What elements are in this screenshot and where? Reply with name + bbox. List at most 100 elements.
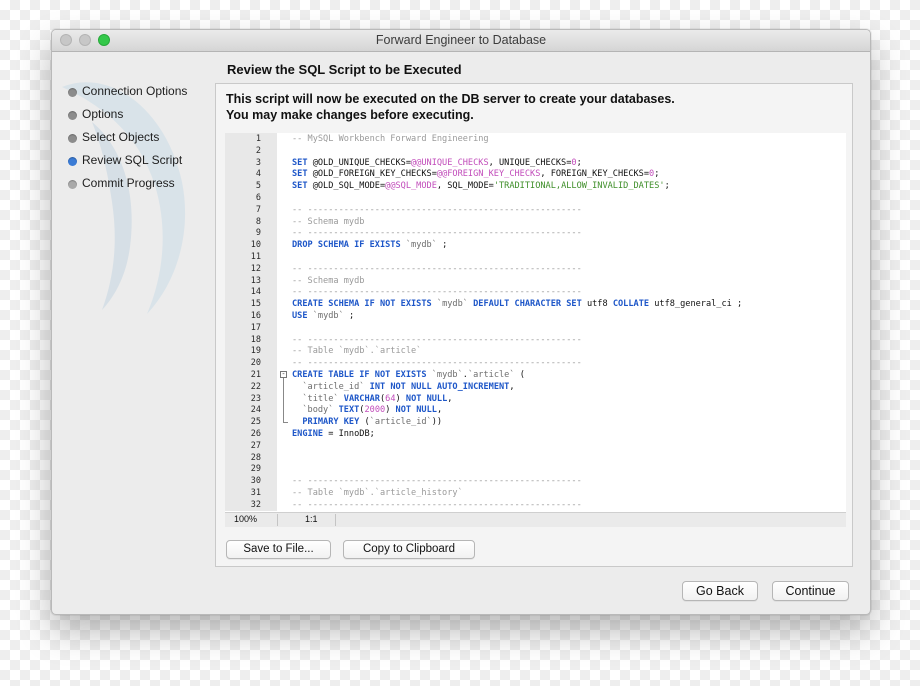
code-line[interactable]: 4 SET @OLD_FOREIGN_KEY_CHECKS=@@FOREIGN_K… <box>225 168 846 180</box>
code-line[interactable]: 3 SET @OLD_UNIQUE_CHECKS=@@UNIQUE_CHECKS,… <box>225 157 846 169</box>
code-text: -- -------------------------------------… <box>292 263 582 274</box>
line-number: 29 <box>250 464 261 475</box>
editor-status-bar: 100% 1:1 <box>225 512 846 527</box>
code-line[interactable]: 19 -- Table `mydb`.`article` <box>225 345 846 357</box>
code-text: -- Table `mydb`.`article_history` <box>292 488 463 498</box>
line-number: 15 <box>250 299 261 310</box>
line-number: 10 <box>250 240 261 251</box>
line-number: 14 <box>250 287 261 298</box>
step-status-icon <box>68 111 77 120</box>
code-line[interactable]: 27 <box>225 440 846 452</box>
zoom-level[interactable]: 100% <box>234 514 257 524</box>
line-number: 22 <box>250 381 261 392</box>
code-line[interactable]: 23 `title` VARCHAR(64) NOT NULL, <box>225 393 846 405</box>
step-review-sql-script: Review SQL Script <box>68 153 218 176</box>
copy-to-clipboard-button[interactable]: Copy to Clipboard <box>343 540 475 559</box>
code-line[interactable]: 26 ENGINE = InnoDB; <box>225 428 846 440</box>
code-line[interactable]: 7 -- ------------------------------------… <box>225 204 846 216</box>
code-line[interactable]: 32 -- -----------------------------------… <box>225 499 846 511</box>
step-options: Options <box>68 107 218 130</box>
code-text: -- -------------------------------------… <box>292 204 582 215</box>
code-line[interactable]: 18 -- -----------------------------------… <box>225 334 846 346</box>
code-text: SET @OLD_SQL_MODE=@@SQL_MODE, SQL_MODE='… <box>292 181 670 192</box>
sql-code-area[interactable]: 1 -- MySQL Workbench Forward Engineering 2… <box>225 133 846 511</box>
code-line[interactable]: 10 DROP SCHEMA IF EXISTS `mydb` ; <box>225 239 846 251</box>
code-text: DROP SCHEMA IF EXISTS `mydb` ; <box>292 240 448 251</box>
code-text: -- MySQL Workbench Forward Engineering <box>292 134 489 144</box>
fold-guide <box>283 378 284 423</box>
step-connection-options: Connection Options <box>68 84 218 107</box>
code-text: -- -------------------------------------… <box>292 287 582 298</box>
line-number: 13 <box>250 275 261 286</box>
line-number: 1 <box>255 134 261 144</box>
code-text: -- -------------------------------------… <box>292 358 582 369</box>
intro-line-2: You may make changes before executing. <box>226 107 474 122</box>
code-line[interactable]: 12 -- -----------------------------------… <box>225 263 846 275</box>
title-bar: Forward Engineer to Database <box>52 30 870 52</box>
code-line[interactable]: 31 -- Table `mydb`.`article_history` <box>225 487 846 499</box>
step-status-icon <box>68 88 77 97</box>
forward-engineer-window: Forward Engineer to Database Connection … <box>51 29 871 615</box>
code-line[interactable]: 14 -- -----------------------------------… <box>225 286 846 298</box>
code-line[interactable]: 21 CREATE TABLE IF NOT EXISTS `mydb`.`art… <box>225 369 846 381</box>
code-text: USE `mydb` ; <box>292 311 355 321</box>
step-label: Select Objects <box>82 130 160 144</box>
code-line[interactable]: 25 PRIMARY KEY (`article_id`)) <box>225 416 846 428</box>
code-line[interactable]: 30 -- -----------------------------------… <box>225 475 846 487</box>
code-text: -- -------------------------------------… <box>292 334 582 345</box>
page-title: Review the SQL Script to be Executed <box>227 62 462 77</box>
step-label: Options <box>82 107 124 121</box>
code-text: -- Table `mydb`.`article` <box>292 346 422 357</box>
cursor-position: 1:1 <box>305 514 318 524</box>
step-label: Connection Options <box>82 84 188 98</box>
code-line[interactable]: 9 -- ------------------------------------… <box>225 227 846 239</box>
line-number: 12 <box>250 263 261 274</box>
continue-button[interactable]: Continue <box>772 581 849 601</box>
go-back-button[interactable]: Go Back <box>682 581 758 601</box>
step-label: Commit Progress <box>82 176 175 190</box>
code-line[interactable]: 16 USE `mydb` ; <box>225 310 846 322</box>
code-line[interactable]: 6 <box>225 192 846 204</box>
code-text: -- -------------------------------------… <box>292 228 582 239</box>
line-number: 26 <box>250 429 261 439</box>
status-divider <box>277 514 278 526</box>
save-to-file-button[interactable]: Save to File... <box>226 540 331 559</box>
sql-editor[interactable]: 1 -- MySQL Workbench Forward Engineering 2… <box>225 133 846 527</box>
code-line[interactable]: 2 <box>225 145 846 157</box>
code-text: CREATE SCHEMA IF NOT EXISTS `mydb` DEFAU… <box>292 299 743 310</box>
code-line[interactable]: 15 CREATE SCHEMA IF NOT EXISTS `mydb` DEF… <box>225 298 846 310</box>
step-commit-progress: Commit Progress <box>68 176 218 199</box>
code-line[interactable]: 17 <box>225 322 846 334</box>
code-line[interactable]: 22 `article_id` INT NOT NULL AUTO_INCREM… <box>225 381 846 393</box>
code-text: `article_id` INT NOT NULL AUTO_INCREMENT… <box>302 381 515 392</box>
fold-toggle-icon[interactable]: - <box>280 371 287 378</box>
code-text: PRIMARY KEY (`article_id`)) <box>302 417 443 428</box>
line-number: 8 <box>255 216 261 227</box>
line-number: 11 <box>250 252 261 262</box>
line-number: 27 <box>250 440 261 451</box>
step-label: Review SQL Script <box>82 153 183 167</box>
line-number: 6 <box>255 193 261 203</box>
window-title: Forward Engineer to Database <box>375 33 547 47</box>
code-text: `body` TEXT(2000) NOT NULL, <box>302 405 443 416</box>
fold-guide-end <box>283 422 288 424</box>
code-text: -- -------------------------------------… <box>292 499 582 510</box>
wizard-steps: Connection Options Options Select Object… <box>68 84 218 199</box>
code-line[interactable]: 11 <box>225 251 846 263</box>
code-line[interactable]: 28 <box>225 452 846 464</box>
code-text: CREATE TABLE IF NOT EXISTS `mydb`.`artic… <box>292 370 525 380</box>
code-line[interactable]: 1 -- MySQL Workbench Forward Engineering <box>225 133 846 145</box>
code-line[interactable]: 5 SET @OLD_SQL_MODE=@@SQL_MODE, SQL_MODE=… <box>225 180 846 192</box>
code-line[interactable]: 13 -- Schema mydb <box>225 275 846 287</box>
code-text: -- -------------------------------------… <box>292 476 582 487</box>
line-number: 9 <box>255 228 261 239</box>
code-line[interactable]: 24 `body` TEXT(2000) NOT NULL, <box>225 404 846 416</box>
code-line[interactable]: 8 -- Schema mydb <box>225 216 846 228</box>
code-text: -- Schema mydb <box>292 275 365 286</box>
code-line[interactable]: 20 -- -----------------------------------… <box>225 357 846 369</box>
line-number: 7 <box>255 204 261 215</box>
step-select-objects: Select Objects <box>68 130 218 153</box>
step-status-icon <box>68 134 77 143</box>
step-status-icon <box>68 180 77 189</box>
code-line[interactable]: 29 <box>225 463 846 475</box>
